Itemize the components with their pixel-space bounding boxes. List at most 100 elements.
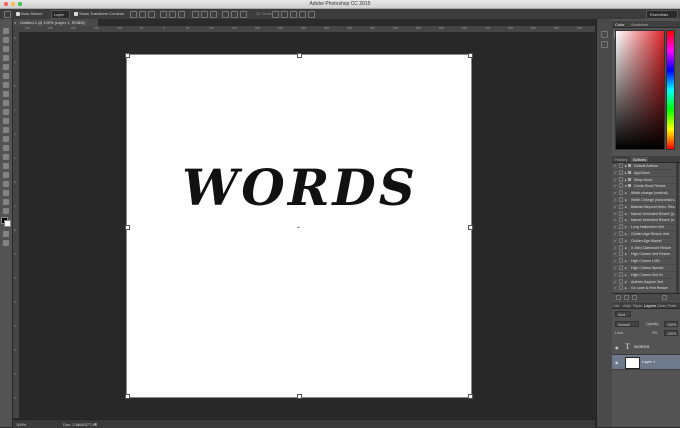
vertical-ruler[interactable]: 5051015202530354 (13, 32, 20, 418)
delete-action-icon[interactable] (662, 295, 667, 300)
properties-panel-icon[interactable] (601, 31, 608, 38)
move-tool-preset-icon[interactable] (4, 11, 11, 18)
action-enabled-check-icon[interactable]: ✓ (614, 231, 617, 237)
pen-tool-icon[interactable] (3, 154, 9, 160)
healing-brush-tool-icon[interactable] (3, 82, 9, 88)
dialog-toggle-icon[interactable] (619, 169, 623, 175)
stop-recording-icon[interactable] (616, 295, 621, 300)
info-panel-icon[interactable] (601, 41, 608, 48)
tab-layers[interactable]: Layers (644, 303, 656, 308)
disclosure-arrow-icon[interactable]: ▸ (625, 163, 627, 169)
canvas-text-words[interactable]: WORDS (127, 158, 473, 217)
align-left-icon[interactable] (160, 11, 167, 18)
layer-filter-dropdown[interactable]: Kind (615, 311, 631, 317)
distribute-top-icon[interactable] (192, 11, 199, 18)
action-arrow-icon[interactable]: ▸ (625, 285, 627, 291)
disclosure-arrow-icon[interactable]: ▾ (625, 183, 627, 189)
marquee-tool-icon[interactable] (3, 37, 9, 43)
action-arrow-icon[interactable]: ▸ (625, 251, 627, 257)
action-arrow-icon[interactable]: ▸ (625, 224, 627, 230)
eyedropper-tool-icon[interactable] (3, 73, 9, 79)
tab-styles[interactable]: Style (633, 303, 642, 308)
action-enabled-check-icon[interactable]: ✓ (614, 245, 617, 251)
action-arrow-icon[interactable]: ▸ (625, 258, 627, 264)
action-enabled-check-icon[interactable]: ✓ (614, 251, 617, 257)
more-tools-icon[interactable] (3, 208, 9, 214)
tab-paths[interactable]: Path (668, 303, 676, 308)
quick-mask-icon[interactable] (3, 231, 9, 237)
action-enabled-check-icon[interactable]: ✓ (614, 190, 617, 196)
action-enabled-check-icon[interactable]: ✓ (614, 258, 617, 264)
action-enabled-check-icon[interactable]: ✓ (614, 238, 617, 244)
action-arrow-icon[interactable]: ▸ (625, 272, 627, 278)
action-row[interactable]: ✓ ▸ Go Lane & Red Resize (612, 285, 676, 293)
action-arrow-icon[interactable]: ▸ (625, 231, 627, 237)
align-right-icon[interactable] (178, 11, 185, 18)
path-select-tool-icon[interactable] (3, 172, 9, 178)
layer-name[interactable]: Layer 1 (642, 359, 655, 364)
distribute-bottom-icon[interactable] (210, 11, 217, 18)
hand-tool-icon[interactable] (3, 190, 9, 196)
dialog-toggle-icon[interactable] (619, 203, 623, 209)
action-enabled-check-icon[interactable]: ✓ (614, 170, 617, 176)
transform-handle-left[interactable] (125, 225, 130, 230)
dialog-toggle-icon[interactable] (619, 231, 623, 236)
action-arrow-icon[interactable]: ▸ (625, 265, 627, 271)
dialog-toggle-icon[interactable] (619, 176, 623, 182)
show-transform-checkbox[interactable] (74, 11, 78, 16)
record-icon[interactable] (624, 295, 629, 300)
dialog-toggle-icon[interactable] (619, 224, 623, 230)
auto-select-checkbox[interactable] (16, 11, 20, 16)
clone-stamp-tool-icon[interactable] (3, 100, 9, 106)
align-hcenter-icon[interactable] (169, 11, 176, 18)
auto-select-option[interactable]: Auto-Select: (16, 11, 43, 16)
fill-field[interactable]: 100% (664, 330, 678, 336)
action-enabled-check-icon[interactable]: ✓ (614, 217, 617, 223)
quick-select-tool-icon[interactable] (3, 55, 9, 61)
crop-tool-icon[interactable] (3, 64, 9, 70)
align-bottom-icon[interactable] (148, 11, 155, 18)
visibility-eye-icon[interactable]: ◉ (615, 345, 619, 350)
dialog-toggle-icon[interactable] (619, 210, 623, 216)
3d-pan-icon[interactable] (290, 11, 297, 18)
action-enabled-check-icon[interactable]: ✓ (614, 204, 617, 210)
show-transform-option[interactable]: Show Transform Controls (74, 11, 124, 16)
3d-slide-icon[interactable] (299, 11, 306, 18)
transform-handle-bottom-right[interactable] (468, 394, 473, 399)
action-enabled-check-icon[interactable]: ✓ (614, 163, 617, 169)
actions-scrollbar[interactable] (676, 163, 679, 293)
color-picker-field[interactable] (615, 30, 665, 150)
move-tool-icon[interactable] (3, 28, 9, 34)
type-tool-icon[interactable] (3, 163, 9, 169)
layer-row-words[interactable]: ◉ T WORDS (612, 340, 680, 355)
brush-tool-icon[interactable] (3, 91, 9, 97)
workspace-switcher[interactable]: Essentials (646, 10, 678, 19)
lasso-tool-icon[interactable] (3, 46, 9, 52)
action-enabled-check-icon[interactable]: ✓ (614, 224, 617, 230)
hue-slider[interactable] (666, 30, 675, 150)
transform-handle-bottom-left[interactable] (125, 394, 130, 399)
align-top-icon[interactable] (130, 11, 137, 18)
distribute-left-icon[interactable] (222, 11, 229, 18)
dialog-toggle-icon[interactable] (619, 163, 623, 168)
transform-handle-right[interactable] (468, 225, 473, 230)
gradient-tool-icon[interactable] (3, 127, 9, 133)
screen-mode-icon[interactable] (3, 240, 9, 246)
action-enabled-check-icon[interactable]: ✓ (614, 265, 617, 271)
action-arrow-icon[interactable]: ▸ (625, 197, 627, 203)
tab-actions[interactable]: Actions (631, 157, 649, 162)
dialog-toggle-icon[interactable] (619, 217, 623, 223)
blend-mode-dropdown[interactable]: Normal (615, 321, 639, 327)
disclosure-arrow-icon[interactable]: ▸ (625, 170, 627, 176)
action-arrow-icon[interactable]: ▸ (625, 204, 627, 210)
dialog-toggle-icon[interactable] (619, 271, 623, 277)
transform-handle-top-left[interactable] (125, 53, 130, 58)
auto-select-dropdown[interactable]: Layer (51, 10, 70, 19)
distribute-hcenter-icon[interactable] (231, 11, 238, 18)
action-arrow-icon[interactable]: ▸ (625, 245, 627, 251)
action-enabled-check-icon[interactable]: ✓ (614, 211, 617, 217)
zoom-level[interactable]: 100% (16, 422, 26, 427)
action-enabled-check-icon[interactable]: ✓ (614, 285, 617, 291)
tab-swatches[interactable]: Swatches (631, 22, 648, 27)
shape-tool-icon[interactable] (3, 181, 9, 187)
